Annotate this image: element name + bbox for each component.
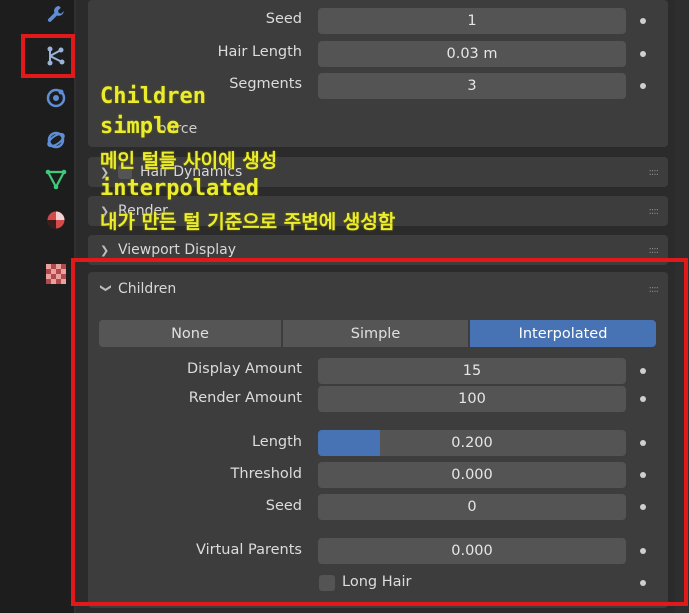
display-amount-field[interactable]: 15	[318, 358, 626, 384]
keyframe-dot[interactable]	[640, 440, 646, 446]
virtual-parents-label: Virtual Parents	[196, 542, 302, 558]
children-seed-label: Seed	[265, 498, 302, 514]
object-data-icon[interactable]	[44, 167, 68, 191]
mode-interpolated-button[interactable]: Interpolated	[470, 320, 656, 347]
keyframe-dot[interactable]	[640, 83, 646, 89]
length-slider-fill	[318, 430, 380, 456]
display-amount-label: Display Amount	[186, 361, 302, 377]
chevron-down-icon: ❯	[99, 283, 113, 293]
wrench-icon[interactable]	[44, 2, 68, 26]
threshold-label: Threshold	[230, 466, 302, 482]
keyframe-dot[interactable]	[640, 504, 646, 510]
annotation-children: Children	[100, 84, 206, 109]
keyframe-dot[interactable]	[640, 368, 646, 374]
annotation-interpolated: interpolated	[100, 176, 259, 201]
physics-icon[interactable]	[44, 86, 68, 110]
children-seed-field[interactable]: 0	[318, 494, 626, 520]
mode-simple-button[interactable]: Simple	[283, 320, 468, 347]
drag-handle-icon[interactable]: ::::	[649, 245, 660, 256]
children-header[interactable]: ❯ Children ::::	[88, 274, 668, 304]
annotation-interpolated-desc: 내가 만든 털 기준으로 주변에 생성함	[100, 211, 396, 233]
viewport-display-title: Viewport Display	[118, 242, 236, 258]
long-hair-checkbox[interactable]	[319, 575, 335, 591]
keyframe-dot[interactable]	[640, 580, 646, 586]
viewport-display-header[interactable]: ❯ Viewport Display ::::	[88, 235, 668, 265]
scrollbar-track[interactable]	[675, 0, 689, 613]
keyframe-dot[interactable]	[640, 548, 646, 554]
mode-none-button[interactable]: None	[99, 320, 281, 347]
render-amount-field[interactable]: 100	[318, 386, 626, 412]
material-icon[interactable]	[44, 208, 68, 232]
hair-length-field[interactable]: 0.03 m	[318, 41, 626, 67]
render-amount-label: Render Amount	[188, 390, 302, 406]
constraints-icon[interactable]	[44, 127, 68, 151]
length-slider[interactable]: 0.200	[318, 430, 626, 456]
annotation-simple-desc: 메인 털들 사이에 생성	[100, 150, 278, 172]
outliner-strip	[0, 0, 36, 613]
seed-label: Seed	[265, 11, 302, 27]
particles-icon[interactable]	[44, 44, 68, 68]
length-label: Length	[251, 434, 302, 450]
annotation-simple: simple	[100, 114, 180, 139]
threshold-field[interactable]: 0.000	[318, 462, 626, 488]
children-title: Children	[118, 281, 177, 297]
long-hair-label: Long Hair	[342, 574, 412, 590]
keyframe-dot[interactable]	[640, 396, 646, 402]
virtual-parents-field[interactable]: 0.000	[318, 538, 626, 564]
keyframe-dot[interactable]	[640, 472, 646, 478]
drag-handle-icon[interactable]: ::::	[649, 284, 660, 295]
keyframe-dot[interactable]	[640, 51, 646, 57]
segments-field[interactable]: 3	[318, 73, 626, 99]
drag-handle-icon[interactable]: ::::	[649, 167, 660, 178]
keyframe-dot[interactable]	[640, 18, 646, 24]
seed-field[interactable]: 1	[318, 8, 626, 34]
texture-icon[interactable]	[44, 262, 68, 286]
hair-length-label: Hair Length	[217, 44, 302, 60]
drag-handle-icon[interactable]: ::::	[649, 206, 660, 217]
chevron-right-icon: ❯	[100, 243, 110, 257]
